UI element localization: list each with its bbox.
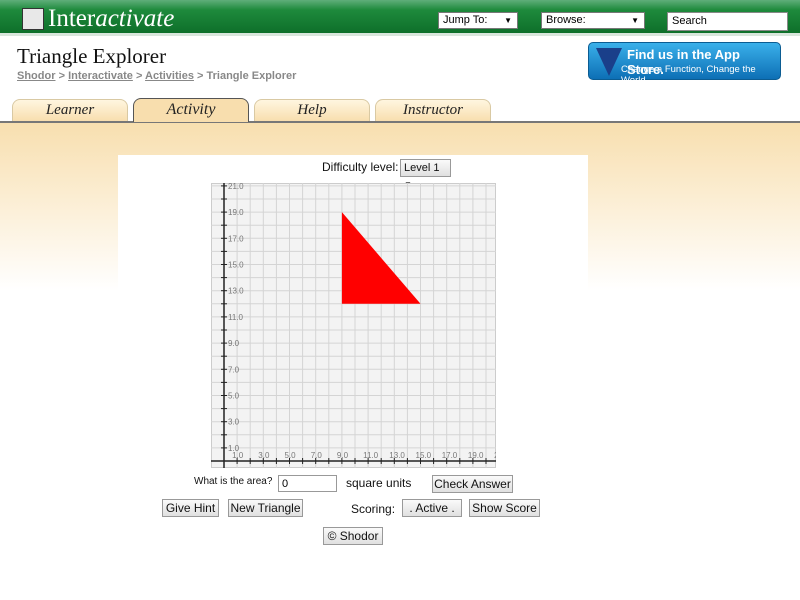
jump-to-select[interactable]: Jump To: ▼ (438, 12, 518, 29)
y-tick-label: 3.0 (228, 418, 240, 427)
breadcrumb-interactivate[interactable]: Interactivate (68, 70, 133, 82)
area-question: What is the area? (194, 476, 273, 487)
dropdown-arrow-icon: ▼ (504, 16, 512, 25)
difficulty-select[interactable]: Level 1 ▼ (400, 159, 451, 189)
y-tick-label: 13.0 (228, 287, 244, 296)
logo-prefix: Inter (48, 5, 96, 32)
x-tick-label: 19.0 (468, 451, 484, 460)
tab-activity[interactable]: Activity (133, 98, 249, 122)
breadcrumb-shodor[interactable]: Shodor (17, 70, 56, 82)
breadcrumb-sep: > (58, 70, 65, 82)
y-tick-label: 17.0 (228, 234, 244, 243)
y-tick-label: 5.0 (228, 392, 240, 401)
give-hint-button[interactable]: Give Hint (162, 499, 219, 517)
browse-select[interactable]: Browse: ▼ (541, 12, 645, 29)
interactivate-logo[interactable]: Interactivate (48, 5, 174, 33)
browse-label: Browse: (546, 14, 586, 26)
y-tick-label: 7.0 (228, 365, 240, 374)
y-tick-label: 9.0 (228, 339, 240, 348)
area-input[interactable] (278, 475, 337, 492)
jump-to-label: Jump To: (443, 14, 488, 26)
y-tick-label: 11.0 (228, 313, 244, 322)
difficulty-value: Level 1 (404, 162, 440, 174)
search-input[interactable]: Search (667, 12, 788, 31)
dropdown-arrow-icon: ▼ (631, 16, 639, 25)
units-label: square units (346, 476, 412, 490)
x-tick-label: 15.0 (416, 451, 432, 460)
difficulty-label: Difficulty level: (322, 160, 399, 174)
y-tick-label: 21.0 (228, 183, 244, 191)
show-score-button[interactable]: Show Score (469, 499, 540, 517)
y-tick-label: 19.0 (228, 208, 244, 217)
scoring-label: Scoring: (351, 502, 396, 516)
x-tick-label: 5.0 (285, 451, 297, 460)
coordinate-grid[interactable]: 1.03.05.07.09.011.013.015.017.019.0211.0… (211, 183, 496, 468)
breadcrumb-current: Triangle Explorer (206, 70, 297, 82)
x-tick-label: 17.0 (442, 451, 458, 460)
x-tick-label: 13.0 (389, 451, 405, 460)
logo-suffix: activate (95, 5, 175, 32)
check-answer-button[interactable]: Check Answer (432, 475, 513, 493)
scoring-toggle-button[interactable]: . Active . (402, 499, 462, 517)
y-tick-label: 15.0 (228, 261, 244, 270)
x-tick-label: 9.0 (337, 451, 349, 460)
x-tick-label: 7.0 (311, 451, 323, 460)
tab-learner[interactable]: Learner (12, 99, 128, 121)
x-tick-label: 11.0 (363, 451, 379, 460)
new-triangle-button[interactable]: New Triangle (228, 499, 303, 517)
tab-instructor[interactable]: Instructor (375, 99, 491, 121)
app-store-banner[interactable]: Find us in the App Store. Change a Functi… (588, 42, 781, 86)
copyright-button[interactable]: © Shodor (323, 527, 383, 545)
breadcrumb: Shodor > Interactivate > Activities > Tr… (17, 70, 296, 82)
app-store-line2: Change a Function, Change the World (621, 64, 756, 86)
x-tick-label: 3.0 (258, 451, 270, 460)
breadcrumb-sep: > (135, 70, 143, 82)
interactivate-logo-icon (22, 8, 44, 30)
breadcrumb-activities[interactable]: Activities (145, 70, 194, 82)
tab-help[interactable]: Help (254, 99, 370, 121)
x-tick-label: 21 (494, 451, 496, 460)
y-tick-label: 1.0 (228, 444, 240, 453)
breadcrumb-sep: > (197, 70, 204, 82)
page-title: Triangle Explorer (17, 44, 167, 68)
app-logo-icon (596, 48, 622, 76)
